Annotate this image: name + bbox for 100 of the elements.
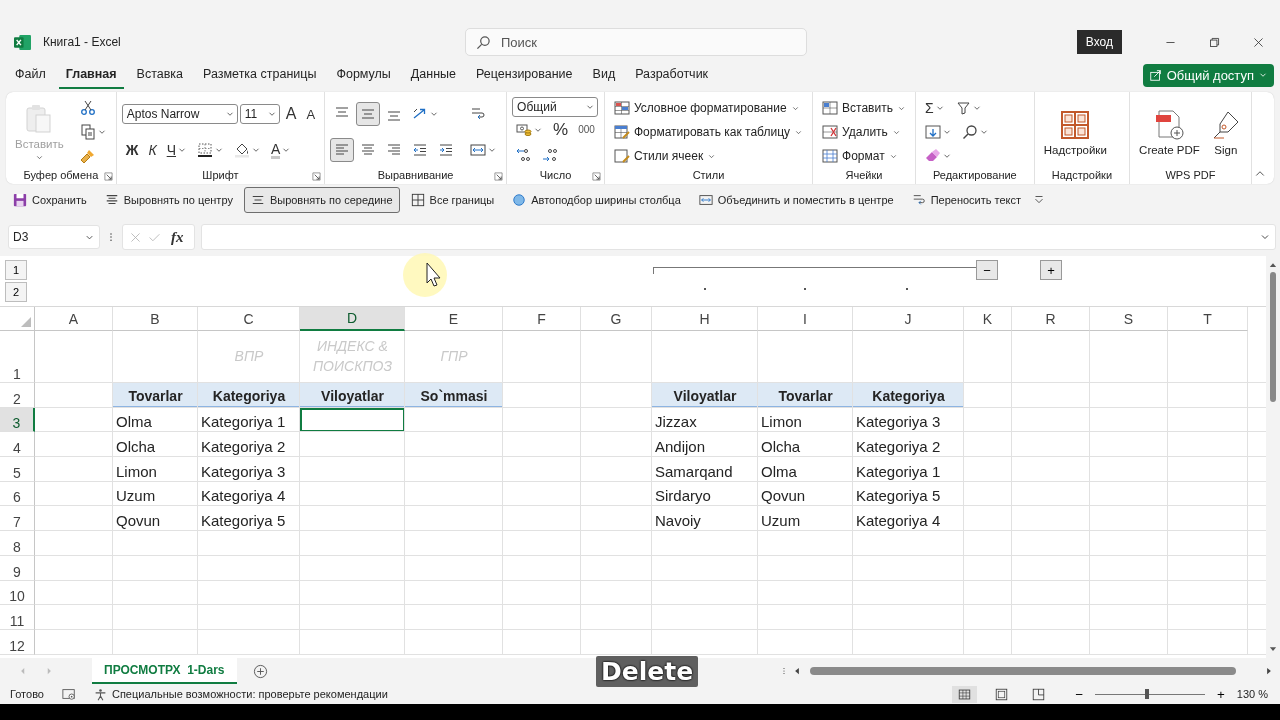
menu-tab[interactable]: Разметка страницы	[196, 61, 324, 89]
menu-tab[interactable]: Данные	[403, 61, 464, 89]
grid-icon	[410, 193, 425, 207]
formula-input[interactable]	[200, 224, 1276, 250]
group-label: Шрифт	[201, 168, 240, 183]
column-header[interactable]: D	[300, 307, 405, 331]
ribbon-menu-button[interactable]: Удалить	[818, 120, 905, 144]
ribbon-tool-button[interactable]: A	[281, 102, 301, 126]
sheet-tab[interactable]: ПРОСМОТРХ 1-Dars	[92, 658, 237, 684]
ribbon-tool-button[interactable]: 000	[574, 118, 599, 142]
expand-button[interactable]: +	[1040, 260, 1062, 280]
name-box[interactable]: D3	[8, 225, 100, 249]
column-header[interactable]: H	[652, 307, 758, 331]
toolbar-button[interactable]: Выровнять по середине	[243, 187, 400, 213]
menu-tab[interactable]: Файл	[8, 61, 53, 89]
table-header-cell: Viloyatlar	[300, 383, 405, 408]
share-button[interactable]: Общий доступ	[1142, 63, 1274, 87]
toolbar-button[interactable]: Автоподбор ширины столбца	[505, 187, 688, 213]
row-header[interactable]: 3	[0, 407, 35, 433]
ribbon-tool-button[interactable]: A	[302, 102, 320, 126]
table-cell-text: Kategoriya 1	[855, 461, 942, 482]
search-field[interactable]: Поиск	[465, 28, 807, 56]
ribbon-tool-button[interactable]: Σ	[920, 96, 949, 120]
dialog-launcher-icon[interactable]	[494, 172, 504, 181]
column-header[interactable]: R	[1012, 307, 1090, 331]
toolbar-button[interactable]: Сохранить	[6, 187, 94, 213]
zoom-out-button[interactable]: −	[1069, 684, 1089, 704]
column-header[interactable]: T	[1168, 307, 1248, 331]
selected-cell[interactable]	[300, 407, 405, 433]
menu-tab[interactable]: Разработчик	[628, 61, 716, 89]
ribbon-menu-button[interactable]: Вставить	[818, 96, 910, 120]
toolbar-button[interactable]: Объединить и поместить в центре	[691, 187, 901, 213]
add-sheet-icon[interactable]	[252, 663, 268, 679]
menu-tab[interactable]: Вставка	[129, 61, 191, 89]
column-header[interactable]: G	[581, 307, 652, 331]
column-header[interactable]: C	[198, 307, 300, 331]
scrollbar-thumb[interactable]	[1270, 272, 1276, 402]
zoom-thumb[interactable]	[1144, 688, 1149, 699]
window-title: Книга1 - Excel	[43, 35, 122, 49]
dropdown-field[interactable]: 11	[239, 104, 280, 124]
restore-icon[interactable]	[1207, 35, 1221, 49]
row-header[interactable]: 9	[0, 555, 35, 581]
ribbon-button[interactable]: Надстройки	[1039, 106, 1111, 158]
dropdown-field[interactable]: Общий	[512, 96, 599, 117]
row-header[interactable]: 8	[0, 531, 35, 556]
close-icon[interactable]	[1251, 35, 1265, 49]
dialog-launcher-icon[interactable]	[591, 172, 601, 181]
scrollbar-thumb[interactable]	[810, 667, 1236, 675]
ribbon-button[interactable]: Sign	[1205, 106, 1246, 158]
row-header[interactable]: 11	[0, 605, 35, 630]
column-header[interactable]: S	[1090, 307, 1168, 331]
dialog-launcher-icon[interactable]	[312, 172, 322, 181]
ribbon-menu-button[interactable]: Стили ячеек	[609, 144, 721, 168]
menu-tab[interactable]: Главная	[58, 61, 124, 89]
column-header[interactable]: B	[113, 307, 198, 331]
row-header[interactable]: 6	[0, 481, 35, 507]
row-header[interactable]: 10	[0, 580, 35, 606]
ribbon-tool-button[interactable]: A	[267, 138, 296, 162]
toolbar-button[interactable]: Все границы	[403, 187, 502, 213]
dropdown-field[interactable]: Aptos Narrow	[121, 104, 238, 124]
column-header[interactable]: I	[758, 307, 853, 331]
menu-tab[interactable]: Рецензирование	[469, 61, 580, 89]
table-header-cell: Kategoriya	[853, 383, 964, 408]
ribbon-button[interactable]: Create PDF	[1135, 106, 1204, 158]
fill-down-icon	[924, 124, 941, 140]
outline-level-button[interactable]: 1	[5, 260, 27, 280]
macro-record-icon[interactable]	[61, 687, 76, 701]
column-header[interactable]: F	[503, 307, 581, 331]
ribbon-menu-button[interactable]: Условное форматирование	[609, 96, 804, 120]
column-header[interactable]: E	[405, 307, 503, 331]
toolbar-button[interactable]: Выровнять по центру	[97, 187, 240, 213]
outline-level-button[interactable]: 2	[5, 282, 27, 302]
row-header[interactable]: 5	[0, 457, 35, 482]
ribbon-tool-button[interactable]: К	[144, 138, 161, 162]
ribbon-menu-button[interactable]: Формат	[818, 144, 902, 168]
zoom-in-button[interactable]: +	[1211, 684, 1231, 704]
column-header[interactable]: K	[964, 307, 1012, 331]
toolbar-button[interactable]: Переносить текст	[904, 187, 1029, 213]
search-icon	[476, 34, 491, 50]
ribbon-tool-button[interactable]: Ж	[121, 138, 143, 162]
ribbon-menu-button[interactable]: Форматировать как таблицу	[609, 120, 808, 144]
column-header[interactable]: A	[35, 307, 113, 331]
column-header[interactable]: J	[853, 307, 964, 331]
row-header[interactable]: 4	[0, 432, 35, 458]
accessibility-link[interactable]: Специальные возможности: проверьте рекомендации	[111, 688, 388, 700]
row-header[interactable]: 12	[0, 629, 35, 655]
row-header[interactable]: 1	[0, 331, 35, 383]
view-button[interactable]	[952, 685, 978, 703]
filter-icon	[954, 100, 971, 116]
dialog-launcher-icon[interactable]	[103, 172, 113, 181]
collapse-button[interactable]: −	[976, 260, 998, 280]
row-header[interactable]: 7	[0, 506, 35, 532]
menu-tab[interactable]: Вид	[585, 61, 623, 89]
menu-tab[interactable]: Формулы	[329, 61, 398, 89]
app-logo-icon	[14, 33, 31, 51]
ribbon-tool-button[interactable]: %	[549, 118, 573, 142]
sign-in-button[interactable]: Вход	[1076, 30, 1122, 54]
accessibility-icon[interactable]	[93, 687, 107, 701]
ribbon-tool-button[interactable]: Ч	[162, 138, 191, 162]
row-header[interactable]: 2	[0, 383, 35, 408]
